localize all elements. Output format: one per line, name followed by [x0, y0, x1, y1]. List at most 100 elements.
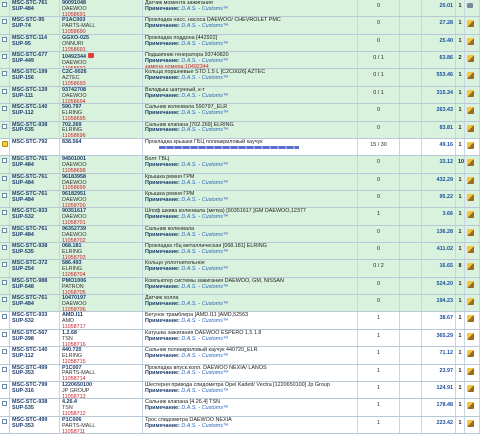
edit-icon[interactable]	[467, 72, 474, 80]
edit-icon[interactable]	[467, 246, 474, 254]
edit-icon[interactable]	[467, 193, 474, 201]
note-label: Примечание:	[145, 231, 180, 238]
row-checkbox[interactable]	[2, 106, 7, 112]
edit-icon[interactable]	[467, 89, 474, 97]
row-checkbox[interactable]	[2, 245, 7, 251]
row-select-cell	[0, 0, 10, 17]
note-line: Примечание: D.A.S. - Customs™	[145, 284, 355, 291]
row-select-cell	[0, 138, 10, 156]
article-number-text: 93742708	[62, 86, 86, 93]
row-checkbox[interactable]	[2, 262, 7, 268]
row-checkbox[interactable]	[2, 175, 7, 181]
row-checkbox[interactable]	[2, 314, 7, 320]
edit-icon[interactable]	[467, 211, 474, 219]
article-cell: 10470197 DAEWOO 11058706	[60, 295, 143, 312]
row-checkbox[interactable]	[2, 88, 7, 94]
article-number-text: 838.564	[62, 138, 82, 145]
edit-icon[interactable]	[467, 20, 474, 28]
action-cell	[465, 190, 480, 208]
replacement-note: замена номера:10492344	[145, 63, 209, 69]
table-row: MSC-STC-499 SUP-353 P1C006 PARTS-MALL 110587…	[0, 416, 480, 434]
row-select-cell	[0, 52, 10, 69]
edit-icon[interactable]	[467, 37, 474, 45]
stock-count: 0 / 1	[358, 86, 400, 104]
supplier-code: SUP-112	[12, 353, 34, 360]
action-cell	[465, 277, 480, 295]
edit-icon[interactable]	[467, 107, 474, 115]
table-row: MSC-STC-114 SUP-95 GGXO-025 ONNURI 11058691 П…	[0, 34, 480, 53]
supplier-code: SUP-398	[12, 335, 34, 342]
order-id: 11058717	[62, 324, 86, 329]
edit-icon[interactable]	[467, 384, 474, 392]
edit-icon[interactable]	[467, 159, 474, 167]
row-checkbox[interactable]	[2, 401, 7, 407]
row-checkbox[interactable]	[2, 279, 7, 285]
row-checkbox[interactable]	[2, 36, 7, 42]
edit-icon[interactable]	[467, 55, 474, 63]
supplier-code: SUP-532	[12, 318, 34, 325]
row-checkbox[interactable]	[2, 418, 7, 424]
edit-icon[interactable]	[467, 228, 474, 236]
progress-bar	[159, 145, 299, 149]
code-cell: MSC-STC-761 SUP-484	[10, 0, 60, 17]
edit-icon[interactable]	[467, 402, 474, 410]
edit-icon[interactable]	[467, 141, 474, 149]
note-label: Примечание:	[145, 318, 180, 325]
price: 553.46	[422, 69, 456, 86]
row-checkbox[interactable]	[2, 366, 7, 372]
action-cell	[465, 173, 480, 190]
quantity	[400, 138, 422, 156]
article-cell: 96182951 DAEWOO 11058700	[60, 190, 143, 208]
quantity	[400, 156, 422, 173]
quantity	[400, 225, 422, 243]
row-checkbox[interactable]	[2, 158, 7, 164]
action-cell	[465, 208, 480, 225]
edit-icon[interactable]	[467, 350, 474, 358]
table-row: MSC-STC-499 SUP-353 P1C007 PARTS-MALL 110587…	[0, 364, 480, 382]
row-checkbox[interactable]	[2, 54, 7, 60]
camera-icon[interactable]	[467, 3, 473, 8]
stock-count: 1	[358, 329, 400, 347]
quantity	[400, 329, 422, 347]
order-quantity: 2	[456, 52, 465, 69]
row-checkbox[interactable]	[2, 123, 7, 129]
row-checkbox[interactable]	[2, 383, 7, 389]
order-quantity: 1	[456, 138, 465, 156]
edit-icon[interactable]	[467, 332, 474, 340]
row-checkbox[interactable]	[2, 71, 7, 77]
note-brand: D.A.S. - Customs™	[181, 23, 229, 30]
row-checkbox[interactable]	[2, 19, 7, 25]
table-row: MSC-STC-199 SUP-156 C2C-0026 AZTEC 11058693 К…	[0, 69, 480, 87]
edit-icon[interactable]	[467, 419, 474, 427]
edit-icon[interactable]	[467, 263, 474, 271]
code-cell: MSC-STC-799 SUP-316	[10, 381, 60, 399]
edit-icon[interactable]	[467, 280, 474, 288]
stock-count: 0	[358, 295, 400, 312]
row-checkbox[interactable]	[2, 192, 7, 198]
row-checkbox[interactable]	[2, 297, 7, 303]
note-brand: D.A.S. - Customs™	[181, 335, 229, 342]
order-quantity: 1	[456, 190, 465, 208]
row-checkbox[interactable]	[2, 331, 7, 337]
description-cell: Болт ГБЦ Примечание: D.A.S. - Customs™	[143, 156, 358, 173]
edit-icon[interactable]	[467, 315, 474, 323]
edit-icon[interactable]	[467, 176, 474, 184]
note-line: Примечание: D.A.S. - Customs™	[145, 405, 355, 412]
note-line: Примечание: D.A.S. - Customs™	[145, 423, 355, 430]
edit-icon[interactable]	[467, 298, 474, 306]
supplier-code: SUP-484	[12, 162, 34, 169]
price: 33.12	[422, 156, 456, 173]
article-number[interactable]: 838.564	[62, 138, 140, 146]
edit-icon[interactable]	[467, 124, 474, 132]
row-select-cell	[0, 243, 10, 260]
action-cell	[465, 347, 480, 364]
row-checkbox[interactable]	[2, 210, 7, 216]
note-brand: D.A.S. - Customs™	[181, 387, 229, 394]
article-cell: P1AC003 PARTS-MALL 11058690	[60, 17, 143, 34]
price: 95.22	[422, 190, 456, 208]
row-checkbox[interactable]	[2, 227, 7, 233]
row-checkbox[interactable]	[2, 349, 7, 355]
row-checkbox[interactable]	[2, 2, 7, 7]
edit-icon[interactable]	[467, 367, 474, 375]
catalog-code[interactable]: MSC-STC-792	[12, 139, 57, 146]
